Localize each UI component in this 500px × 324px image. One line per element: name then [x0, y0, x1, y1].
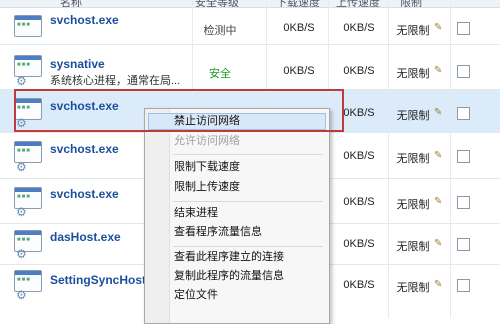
table-row[interactable]: ■■■ ⚙ sysnative 系统核心进程，通常在局... 安全 0KB/S …: [0, 45, 500, 90]
menu-item-locate-file[interactable]: 定位文件: [148, 287, 326, 304]
menu-separator: [173, 201, 323, 202]
limit-label: 无限制: [396, 153, 430, 165]
process-name: sysnative: [50, 57, 105, 71]
up-speed: 0KB/S: [343, 279, 375, 291]
gear-icon: ⚙: [16, 160, 27, 174]
table-row[interactable]: ■■■ svchost.exe 检测中 0KB/S 0KB/S 无限制 ✎: [0, 8, 500, 45]
menu-separator: [173, 154, 323, 155]
process-description: 系统核心进程，通常在局...: [50, 75, 181, 87]
gear-icon: ⚙: [16, 116, 27, 130]
menu-item-end-process[interactable]: 结束进程: [148, 205, 326, 222]
checkbox[interactable]: [457, 22, 470, 35]
checkbox[interactable]: [457, 196, 470, 209]
edit-icon[interactable]: ✎: [434, 238, 442, 249]
checkbox[interactable]: [457, 65, 470, 78]
gear-icon: ⚙: [16, 74, 27, 88]
menu-separator: [173, 246, 323, 247]
process-name: SettingSyncHost: [50, 273, 147, 287]
header-down[interactable]: 下载速度: [276, 0, 320, 7]
header-name[interactable]: 名称: [60, 0, 82, 7]
process-name: svchost.exe: [50, 187, 119, 201]
edit-icon[interactable]: ✎: [434, 22, 442, 33]
menu-item-view-connections[interactable]: 查看此程序建立的连接: [148, 249, 326, 266]
process-name: svchost.exe: [50, 142, 119, 156]
process-name: svchost.exe: [50, 13, 119, 27]
checkbox[interactable]: [457, 150, 470, 163]
header-limit[interactable]: 限制: [400, 0, 422, 7]
up-speed: 0KB/S: [343, 238, 375, 250]
process-name: svchost.exe: [50, 99, 119, 113]
menu-item-traffic-info[interactable]: 查看程序流量信息: [148, 224, 326, 241]
checkbox[interactable]: [457, 107, 470, 120]
checkbox[interactable]: [457, 279, 470, 292]
limit-label: 无限制: [396, 282, 430, 294]
checkbox[interactable]: [457, 238, 470, 251]
process-name: dasHost.exe: [50, 230, 121, 244]
gear-icon: ⚙: [16, 205, 27, 219]
up-speed: 0KB/S: [343, 150, 375, 162]
edit-icon[interactable]: ✎: [434, 196, 442, 207]
gear-icon: ⚙: [16, 247, 27, 261]
up-speed: 0KB/S: [343, 107, 375, 119]
window-icon: ■■■: [14, 15, 42, 37]
context-menu: 禁止访问网络 允许访问网络 限制下载速度 限制上传速度 结束进程 查看程序流量信…: [144, 108, 330, 324]
up-speed: 0KB/S: [343, 196, 375, 208]
menu-item-limit-download[interactable]: 限制下载速度: [148, 159, 326, 176]
status-label: 安全: [209, 68, 231, 80]
down-speed: 0KB/S: [283, 22, 315, 34]
limit-label: 无限制: [396, 68, 430, 80]
status-label: 检测中: [203, 25, 237, 37]
edit-icon[interactable]: ✎: [434, 107, 442, 118]
limit-label: 无限制: [396, 199, 430, 211]
header-safety[interactable]: 安全等级: [195, 0, 239, 7]
menu-item-allow-network[interactable]: 允许访问网络: [148, 133, 326, 150]
header-up[interactable]: 上传速度: [336, 0, 380, 7]
edit-icon[interactable]: ✎: [434, 65, 442, 76]
limit-label: 无限制: [396, 241, 430, 253]
menu-item-copy-traffic[interactable]: 复制此程序的流量信息: [148, 268, 326, 285]
down-speed: 0KB/S: [283, 65, 315, 77]
column-divider: [450, 0, 451, 318]
gear-icon: ⚙: [16, 288, 27, 302]
edit-icon[interactable]: ✎: [434, 150, 442, 161]
table-header: 名称 安全等级 下载速度 上传速度 限制: [0, 0, 500, 8]
menu-item-limit-upload[interactable]: 限制上传速度: [148, 179, 326, 196]
limit-label: 无限制: [396, 110, 430, 122]
menu-item-block-network[interactable]: 禁止访问网络: [148, 113, 326, 130]
up-speed: 0KB/S: [343, 22, 375, 34]
up-speed: 0KB/S: [343, 65, 375, 77]
edit-icon[interactable]: ✎: [434, 279, 442, 290]
column-divider: [388, 0, 389, 318]
limit-label: 无限制: [396, 25, 430, 37]
